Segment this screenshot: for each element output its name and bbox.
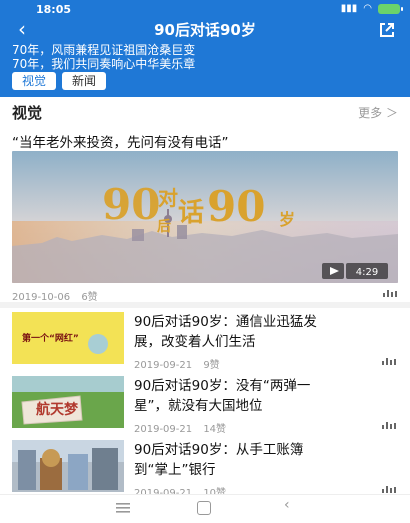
- more-link[interactable]: 更多 ＞: [358, 104, 398, 121]
- status-bar: 18:05 ▮▮▮ ◠: [0, 0, 410, 18]
- tab-news[interactable]: 新闻: [62, 72, 107, 90]
- list-thumbnail: 航天梦: [12, 376, 124, 428]
- home-icon[interactable]: [197, 501, 211, 515]
- tab-vision[interactable]: 视觉: [12, 72, 57, 90]
- header-description: 70年，风雨兼程见证祖国沧桑巨变 70年，我们共同奏响心中华美乐章: [12, 43, 195, 71]
- wifi-icon: ◠: [363, 3, 372, 14]
- title-logo-sui: 岁: [279, 210, 295, 229]
- video-duration: 4:29: [356, 267, 378, 278]
- title-logo-text: 90: [102, 180, 160, 229]
- list-item-title: 90后对话90岁：从手工账簿 到“掌上”银行: [134, 440, 396, 480]
- list-item-date: 2019-09-21: [134, 424, 193, 435]
- list-item[interactable]: 90后对话90岁：从手工账簿 到“掌上”银行 2019-09-21 10赞: [12, 440, 398, 500]
- header-desc-line: 70年，风雨兼程见证祖国沧桑巨变: [12, 43, 196, 57]
- section-header: 视觉 更多 ＞: [0, 100, 410, 124]
- featured-image: 90 对 后 话 90 岁 4:29: [12, 151, 398, 283]
- thumbnail-image: [12, 440, 124, 492]
- list-item-likes: 14赞: [203, 424, 227, 435]
- more-options-icon[interactable]: [382, 421, 396, 429]
- thumbnail-image: 第一个“网红”: [12, 312, 124, 364]
- more-options-icon[interactable]: [383, 289, 397, 297]
- featured-meta: 2019-10-06 6赞: [12, 288, 98, 303]
- tabs: 视觉 新闻: [12, 72, 107, 90]
- more-options-icon[interactable]: [382, 485, 396, 493]
- list-item-title-line: 到“掌上”银行: [134, 462, 216, 478]
- title-logo-hou: 后: [157, 218, 171, 235]
- more-options-icon[interactable]: [382, 357, 396, 365]
- title-logo-90b: 90: [207, 182, 265, 231]
- list-item[interactable]: 航天梦 90后对话90岁：没有“两弹一 星”，就没有大国地位 2019-09-2…: [12, 376, 398, 436]
- status-time: 18:05: [36, 3, 72, 16]
- list-item-title: 90后对话90岁：没有“两弹一 星”，就没有大国地位: [134, 376, 396, 416]
- system-nav-bar: ‹: [0, 494, 410, 523]
- list-item[interactable]: 第一个“网红” 90后对话90岁：通信业迅猛发 展，改变着人们生活 2019-0…: [12, 312, 398, 372]
- list-item-title-line: 展，改变着人们生活: [134, 334, 256, 350]
- featured-video[interactable]: 90 对 后 话 90 岁 4:29: [12, 151, 398, 283]
- list-item-title-line: 90后对话90岁：从手工账簿: [134, 442, 304, 458]
- title-logo-90: 90: [102, 180, 160, 229]
- list-item-meta: 2019-09-21 14赞: [134, 420, 226, 435]
- list-thumbnail: 第一个“网红”: [12, 312, 124, 364]
- thumbnail-text: 航天梦: [36, 401, 79, 418]
- title-logo-hua: 话: [178, 198, 204, 228]
- list-item-title-line: 星”，就没有大国地位: [134, 398, 263, 414]
- page: 18:05 ▮▮▮ ◠ ‹ 90后对话90岁 70年，风雨兼程见证祖国沧桑巨变 …: [0, 0, 410, 523]
- list-item-date: 2019-09-21: [134, 360, 193, 371]
- divider: [0, 302, 410, 308]
- featured-title[interactable]: “当年老外来投资，先问有没有电话”: [12, 131, 402, 151]
- status-icons: ▮▮▮ ◠: [340, 3, 403, 14]
- list-item-title-line: 90后对话90岁：没有“两弹一: [134, 378, 311, 394]
- list-item-likes: 9赞: [203, 360, 220, 371]
- share-button[interactable]: [378, 21, 396, 39]
- title-logo-dui: 对: [158, 186, 178, 210]
- list-item-title-line: 90后对话90岁：通信业迅猛发: [134, 314, 317, 330]
- section-title: 视觉: [12, 104, 43, 122]
- back-icon[interactable]: ‹: [284, 497, 290, 513]
- header-desc-line: 70年，我们共同奏响心中华美乐章: [12, 57, 196, 71]
- menu-icon[interactable]: [116, 502, 130, 514]
- header: 18:05 ▮▮▮ ◠ ‹ 90后对话90岁 70年，风雨兼程见证祖国沧桑巨变 …: [0, 0, 410, 97]
- page-title: 90后对话90岁: [154, 21, 256, 39]
- share-icon: [380, 23, 394, 37]
- title-bar: ‹ 90后对话90岁: [0, 17, 410, 41]
- video-controls: 4:29: [322, 263, 388, 279]
- battery-icon: [378, 3, 403, 14]
- thumbnail-image: 航天梦: [12, 376, 124, 428]
- signal-icon: ▮▮▮: [340, 3, 358, 14]
- list-thumbnail: [12, 440, 124, 492]
- list-item-title: 90后对话90岁：通信业迅猛发 展，改变着人们生活: [134, 312, 396, 352]
- list-item-meta: 2019-09-21 9赞: [134, 356, 220, 371]
- thumbnail-text: 第一个“网红”: [22, 332, 79, 344]
